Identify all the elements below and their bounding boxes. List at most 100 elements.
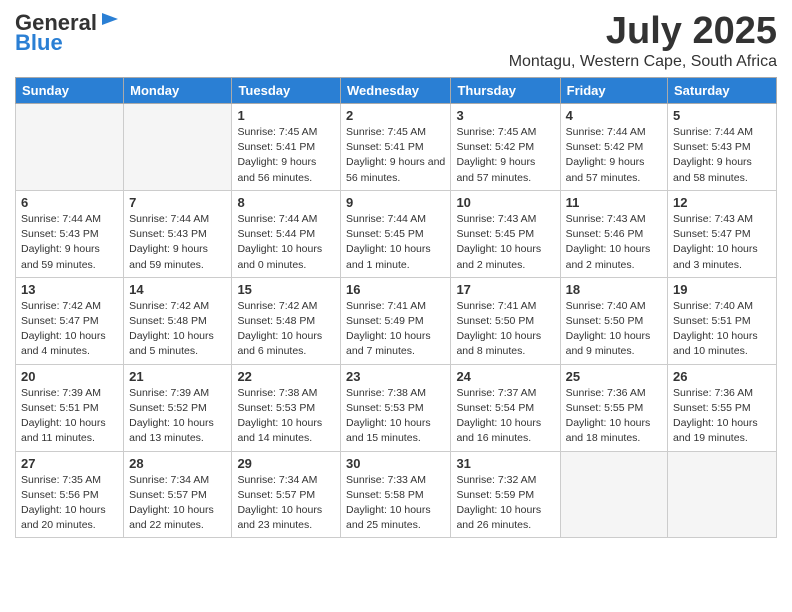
day-info: Sunrise: 7:44 AMSunset: 5:45 PMDaylight:… (346, 212, 445, 273)
day-header-friday: Friday (560, 78, 667, 104)
day-number: 23 (346, 369, 445, 384)
day-info: Sunrise: 7:44 AMSunset: 5:44 PMDaylight:… (237, 212, 335, 273)
day-number: 2 (346, 108, 445, 123)
day-header-saturday: Saturday (668, 78, 777, 104)
day-number: 10 (456, 195, 554, 210)
day-number: 18 (566, 282, 662, 297)
day-info: Sunrise: 7:42 AMSunset: 5:48 PMDaylight:… (237, 299, 335, 360)
day-info: Sunrise: 7:34 AMSunset: 5:57 PMDaylight:… (237, 473, 335, 534)
page: General Blue July 2025 Montagu, Western … (0, 0, 792, 612)
day-info: Sunrise: 7:32 AMSunset: 5:59 PMDaylight:… (456, 473, 554, 534)
day-number: 30 (346, 456, 445, 471)
day-number: 6 (21, 195, 118, 210)
calendar-cell: 19Sunrise: 7:40 AMSunset: 5:51 PMDayligh… (668, 277, 777, 364)
day-number: 4 (566, 108, 662, 123)
day-number: 14 (129, 282, 226, 297)
calendar-cell: 21 Sunrise: 7:39 AMSunset: 5:52 PMDayligh… (124, 364, 232, 451)
day-info: Sunrise: 7:42 AMSunset: 5:48 PMDaylight:… (129, 299, 226, 360)
day-info: Sunrise: 7:37 AMSunset: 5:54 PMDaylight:… (456, 386, 554, 447)
day-number: 16 (346, 282, 445, 297)
calendar-cell: 10 Sunrise: 7:43 AMSunset: 5:45 PMDayligh… (451, 190, 560, 277)
day-number: 22 (237, 369, 335, 384)
month-title: July 2025 (509, 10, 777, 53)
calendar-cell: 12Sunrise: 7:43 AMSunset: 5:47 PMDayligh… (668, 190, 777, 277)
day-info: Sunrise: 7:38 AMSunset: 5:53 PMDaylight:… (346, 386, 445, 447)
day-info: Sunrise: 7:39 AMSunset: 5:51 PMDaylight:… (21, 386, 118, 447)
calendar-cell: 3Sunrise: 7:45 AMSunset: 5:42 PMDaylight… (451, 104, 560, 191)
week-row-1: 6 Sunrise: 7:44 AMSunset: 5:43 PMDaylight… (16, 190, 777, 277)
day-info: Sunrise: 7:43 AMSunset: 5:45 PMDaylight:… (456, 212, 554, 273)
day-header-monday: Monday (124, 78, 232, 104)
day-info: Sunrise: 7:41 AMSunset: 5:50 PMDaylight:… (456, 299, 554, 360)
day-info: Sunrise: 7:33 AMSunset: 5:58 PMDaylight:… (346, 473, 445, 534)
day-number: 1 (237, 108, 335, 123)
location: Montagu, Western Cape, South Africa (509, 53, 777, 71)
day-info: Sunrise: 7:45 AMSunset: 5:41 PMDaylight:… (237, 125, 335, 186)
day-info: Sunrise: 7:43 AMSunset: 5:46 PMDaylight:… (566, 212, 662, 273)
calendar-cell: 13Sunrise: 7:42 AMSunset: 5:47 PMDayligh… (16, 277, 124, 364)
calendar-cell: 22 Sunrise: 7:38 AMSunset: 5:53 PMDayligh… (232, 364, 341, 451)
calendar-cell: 14 Sunrise: 7:42 AMSunset: 5:48 PMDayligh… (124, 277, 232, 364)
day-number: 13 (21, 282, 118, 297)
calendar-cell: 28 Sunrise: 7:34 AMSunset: 5:57 PMDayligh… (124, 451, 232, 538)
calendar-cell: 27 Sunrise: 7:35 AMSunset: 5:56 PMDayligh… (16, 451, 124, 538)
day-info: Sunrise: 7:34 AMSunset: 5:57 PMDaylight:… (129, 473, 226, 534)
calendar-cell: 18 Sunrise: 7:40 AMSunset: 5:50 PMDayligh… (560, 277, 667, 364)
day-info: Sunrise: 7:43 AMSunset: 5:47 PMDaylight:… (673, 212, 771, 273)
day-info: Sunrise: 7:45 AMSunset: 5:41 PMDaylight:… (346, 125, 445, 186)
day-number: 24 (456, 369, 554, 384)
day-info: Sunrise: 7:35 AMSunset: 5:56 PMDaylight:… (21, 473, 118, 534)
day-number: 7 (129, 195, 226, 210)
day-info: Sunrise: 7:44 AMSunset: 5:43 PMDaylight:… (673, 125, 771, 186)
calendar-cell: 20 Sunrise: 7:39 AMSunset: 5:51 PMDayligh… (16, 364, 124, 451)
week-row-0: 1 Sunrise: 7:45 AMSunset: 5:41 PMDaylight… (16, 104, 777, 191)
day-number: 19 (673, 282, 771, 297)
calendar-cell: 4 Sunrise: 7:44 AMSunset: 5:42 PMDaylight… (560, 104, 667, 191)
day-number: 8 (237, 195, 335, 210)
day-header-sunday: Sunday (16, 78, 124, 104)
day-number: 17 (456, 282, 554, 297)
calendar-cell: 23 Sunrise: 7:38 AMSunset: 5:53 PMDayligh… (341, 364, 451, 451)
calendar-cell: 8 Sunrise: 7:44 AMSunset: 5:44 PMDaylight… (232, 190, 341, 277)
day-number: 11 (566, 195, 662, 210)
day-info: Sunrise: 7:36 AMSunset: 5:55 PMDaylight:… (566, 386, 662, 447)
day-info: Sunrise: 7:40 AMSunset: 5:50 PMDaylight:… (566, 299, 662, 360)
calendar-cell: 15 Sunrise: 7:42 AMSunset: 5:48 PMDayligh… (232, 277, 341, 364)
calendar-cell: 2 Sunrise: 7:45 AMSunset: 5:41 PMDaylight… (341, 104, 451, 191)
day-number: 21 (129, 369, 226, 384)
calendar-cell: 16 Sunrise: 7:41 AMSunset: 5:49 PMDayligh… (341, 277, 451, 364)
calendar-cell (124, 104, 232, 191)
calendar-cell: 11 Sunrise: 7:43 AMSunset: 5:46 PMDayligh… (560, 190, 667, 277)
calendar-header-row: SundayMondayTuesdayWednesdayThursdayFrid… (16, 78, 777, 104)
day-info: Sunrise: 7:39 AMSunset: 5:52 PMDaylight:… (129, 386, 226, 447)
calendar-cell: 24 Sunrise: 7:37 AMSunset: 5:54 PMDayligh… (451, 364, 560, 451)
day-number: 5 (673, 108, 771, 123)
day-number: 27 (21, 456, 118, 471)
logo-flag-icon (100, 11, 120, 31)
day-number: 15 (237, 282, 335, 297)
day-header-thursday: Thursday (451, 78, 560, 104)
header: General Blue July 2025 Montagu, Western … (15, 10, 777, 71)
day-info: Sunrise: 7:41 AMSunset: 5:49 PMDaylight:… (346, 299, 445, 360)
calendar: SundayMondayTuesdayWednesdayThursdayFrid… (15, 77, 777, 538)
calendar-cell: 17 Sunrise: 7:41 AMSunset: 5:50 PMDayligh… (451, 277, 560, 364)
calendar-cell: 5 Sunrise: 7:44 AMSunset: 5:43 PMDaylight… (668, 104, 777, 191)
week-row-2: 13Sunrise: 7:42 AMSunset: 5:47 PMDayligh… (16, 277, 777, 364)
day-info: Sunrise: 7:44 AMSunset: 5:43 PMDaylight:… (129, 212, 226, 273)
week-row-3: 20 Sunrise: 7:39 AMSunset: 5:51 PMDayligh… (16, 364, 777, 451)
day-number: 9 (346, 195, 445, 210)
day-number: 29 (237, 456, 335, 471)
day-number: 20 (21, 369, 118, 384)
day-header-tuesday: Tuesday (232, 78, 341, 104)
week-row-4: 27 Sunrise: 7:35 AMSunset: 5:56 PMDayligh… (16, 451, 777, 538)
day-info: Sunrise: 7:44 AMSunset: 5:42 PMDaylight:… (566, 125, 662, 186)
logo: General Blue (15, 10, 120, 56)
calendar-cell: 30 Sunrise: 7:33 AMSunset: 5:58 PMDayligh… (341, 451, 451, 538)
day-number: 31 (456, 456, 554, 471)
day-number: 3 (456, 108, 554, 123)
calendar-cell: 25Sunrise: 7:36 AMSunset: 5:55 PMDayligh… (560, 364, 667, 451)
day-number: 28 (129, 456, 226, 471)
calendar-cell: 7 Sunrise: 7:44 AMSunset: 5:43 PMDaylight… (124, 190, 232, 277)
day-info: Sunrise: 7:38 AMSunset: 5:53 PMDaylight:… (237, 386, 335, 447)
day-number: 26 (673, 369, 771, 384)
